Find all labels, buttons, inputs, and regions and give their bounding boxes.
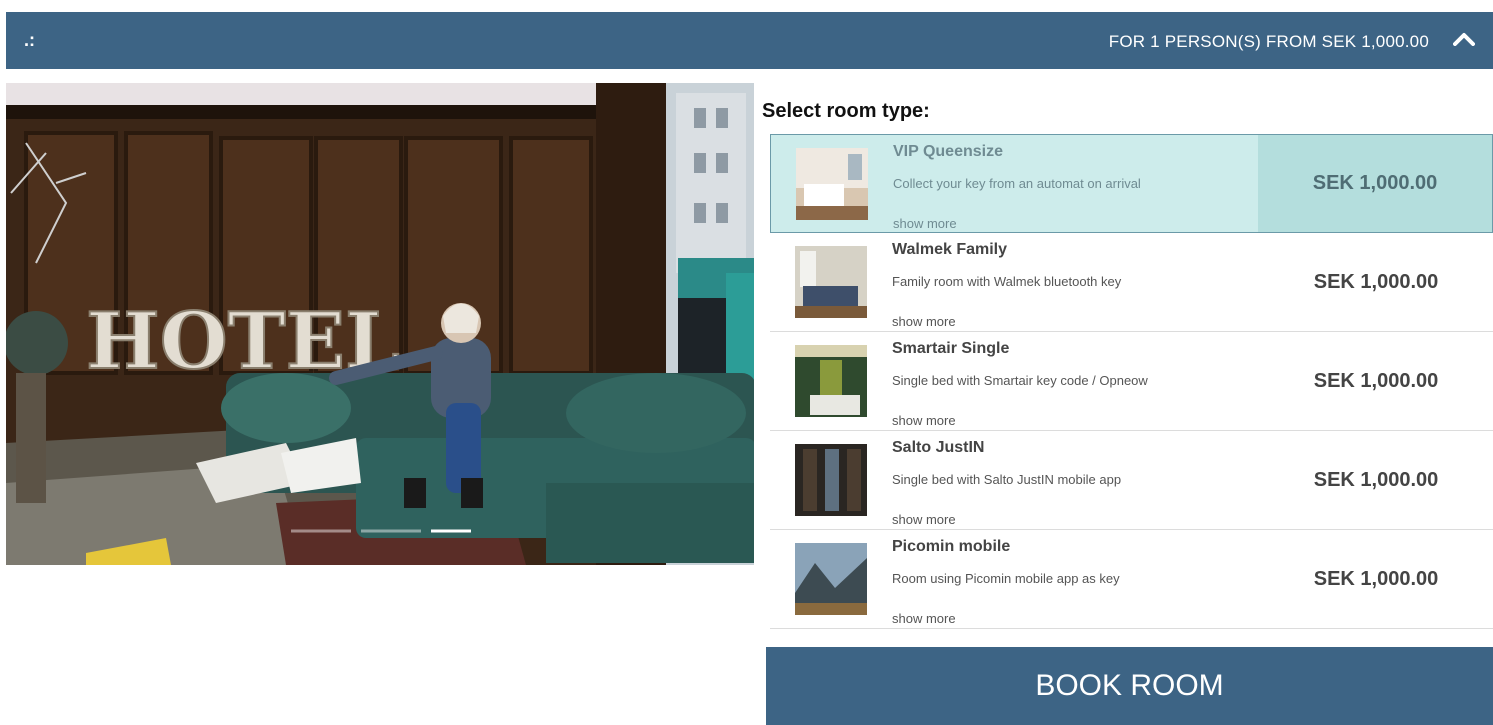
show-more-link[interactable]: show more: [892, 314, 956, 329]
show-more-link[interactable]: show more: [892, 413, 956, 428]
menu-glyph[interactable]: .:: [24, 30, 35, 51]
room-price: SEK 1,000.00: [1313, 369, 1439, 392]
booking-summary-text: FOR 1 PERSON(S) FROM SEK 1,000.00: [1108, 32, 1429, 51]
room-option-salto-justin[interactable]: Salto JustIN Single bed with Salto JustI…: [770, 431, 1493, 530]
book-room-button[interactable]: BOOK ROOM: [766, 647, 1493, 725]
room-name: Salto JustIN: [892, 439, 985, 456]
room-description: Collect your key from an automat on arri…: [893, 176, 1141, 191]
room-type-list: VIP Queensize Collect your key from an a…: [770, 134, 1493, 629]
room-name: VIP Queensize: [893, 143, 1003, 160]
room-thumbnail: [796, 148, 868, 220]
room-price-cell: SEK 1,000.00: [1259, 332, 1493, 430]
room-description: Single bed with Salto JustIN mobile app: [892, 472, 1122, 487]
room-price: SEK 1,000.00: [1313, 567, 1439, 590]
room-price-cell: SEK 1,000.00: [1259, 431, 1493, 529]
room-option-vip-queensize[interactable]: VIP Queensize Collect your key from an a…: [770, 134, 1493, 233]
hotel-lobby-photo: HOTEL: [6, 83, 754, 565]
room-thumbnail: [795, 543, 867, 615]
room-price: SEK 1,000.00: [1312, 172, 1438, 194]
show-more-link[interactable]: show more: [893, 216, 957, 231]
show-more-link[interactable]: show more: [892, 611, 956, 626]
room-price-cell: SEK 1,000.00: [1259, 530, 1493, 628]
room-description: Single bed with Smartair key code / Opne…: [892, 373, 1148, 388]
room-description: Room using Picomin mobile app as key: [892, 571, 1120, 586]
chevron-up-icon[interactable]: [1449, 24, 1479, 54]
room-name: Walmek Family: [892, 241, 1008, 258]
room-price-cell: SEK 1,000.00: [1259, 233, 1493, 331]
room-type-heading: Select room type:: [762, 100, 930, 122]
room-name: Picomin mobile: [892, 538, 1011, 555]
room-option-smartair-single[interactable]: Smartair Single Single bed with Smartair…: [770, 332, 1493, 431]
show-more-link[interactable]: show more: [892, 512, 956, 527]
room-thumbnail: [795, 345, 867, 417]
room-price: SEK 1,000.00: [1313, 468, 1439, 491]
room-price-cell: SEK 1,000.00: [1258, 135, 1492, 232]
room-option-walmek-family[interactable]: Walmek Family Family room with Walmek bl…: [770, 233, 1493, 332]
room-thumbnail: [795, 246, 867, 318]
room-option-picomin-mobile[interactable]: Picomin mobile Room using Picomin mobile…: [770, 530, 1493, 629]
room-thumbnail: [795, 444, 867, 516]
room-price: SEK 1,000.00: [1313, 270, 1439, 293]
booking-summary-bar: .: FOR 1 PERSON(S) FROM SEK 1,000.00: [6, 12, 1493, 69]
room-description: Family room with Walmek bluetooth key: [892, 274, 1122, 289]
room-name: Smartair Single: [892, 340, 1010, 357]
